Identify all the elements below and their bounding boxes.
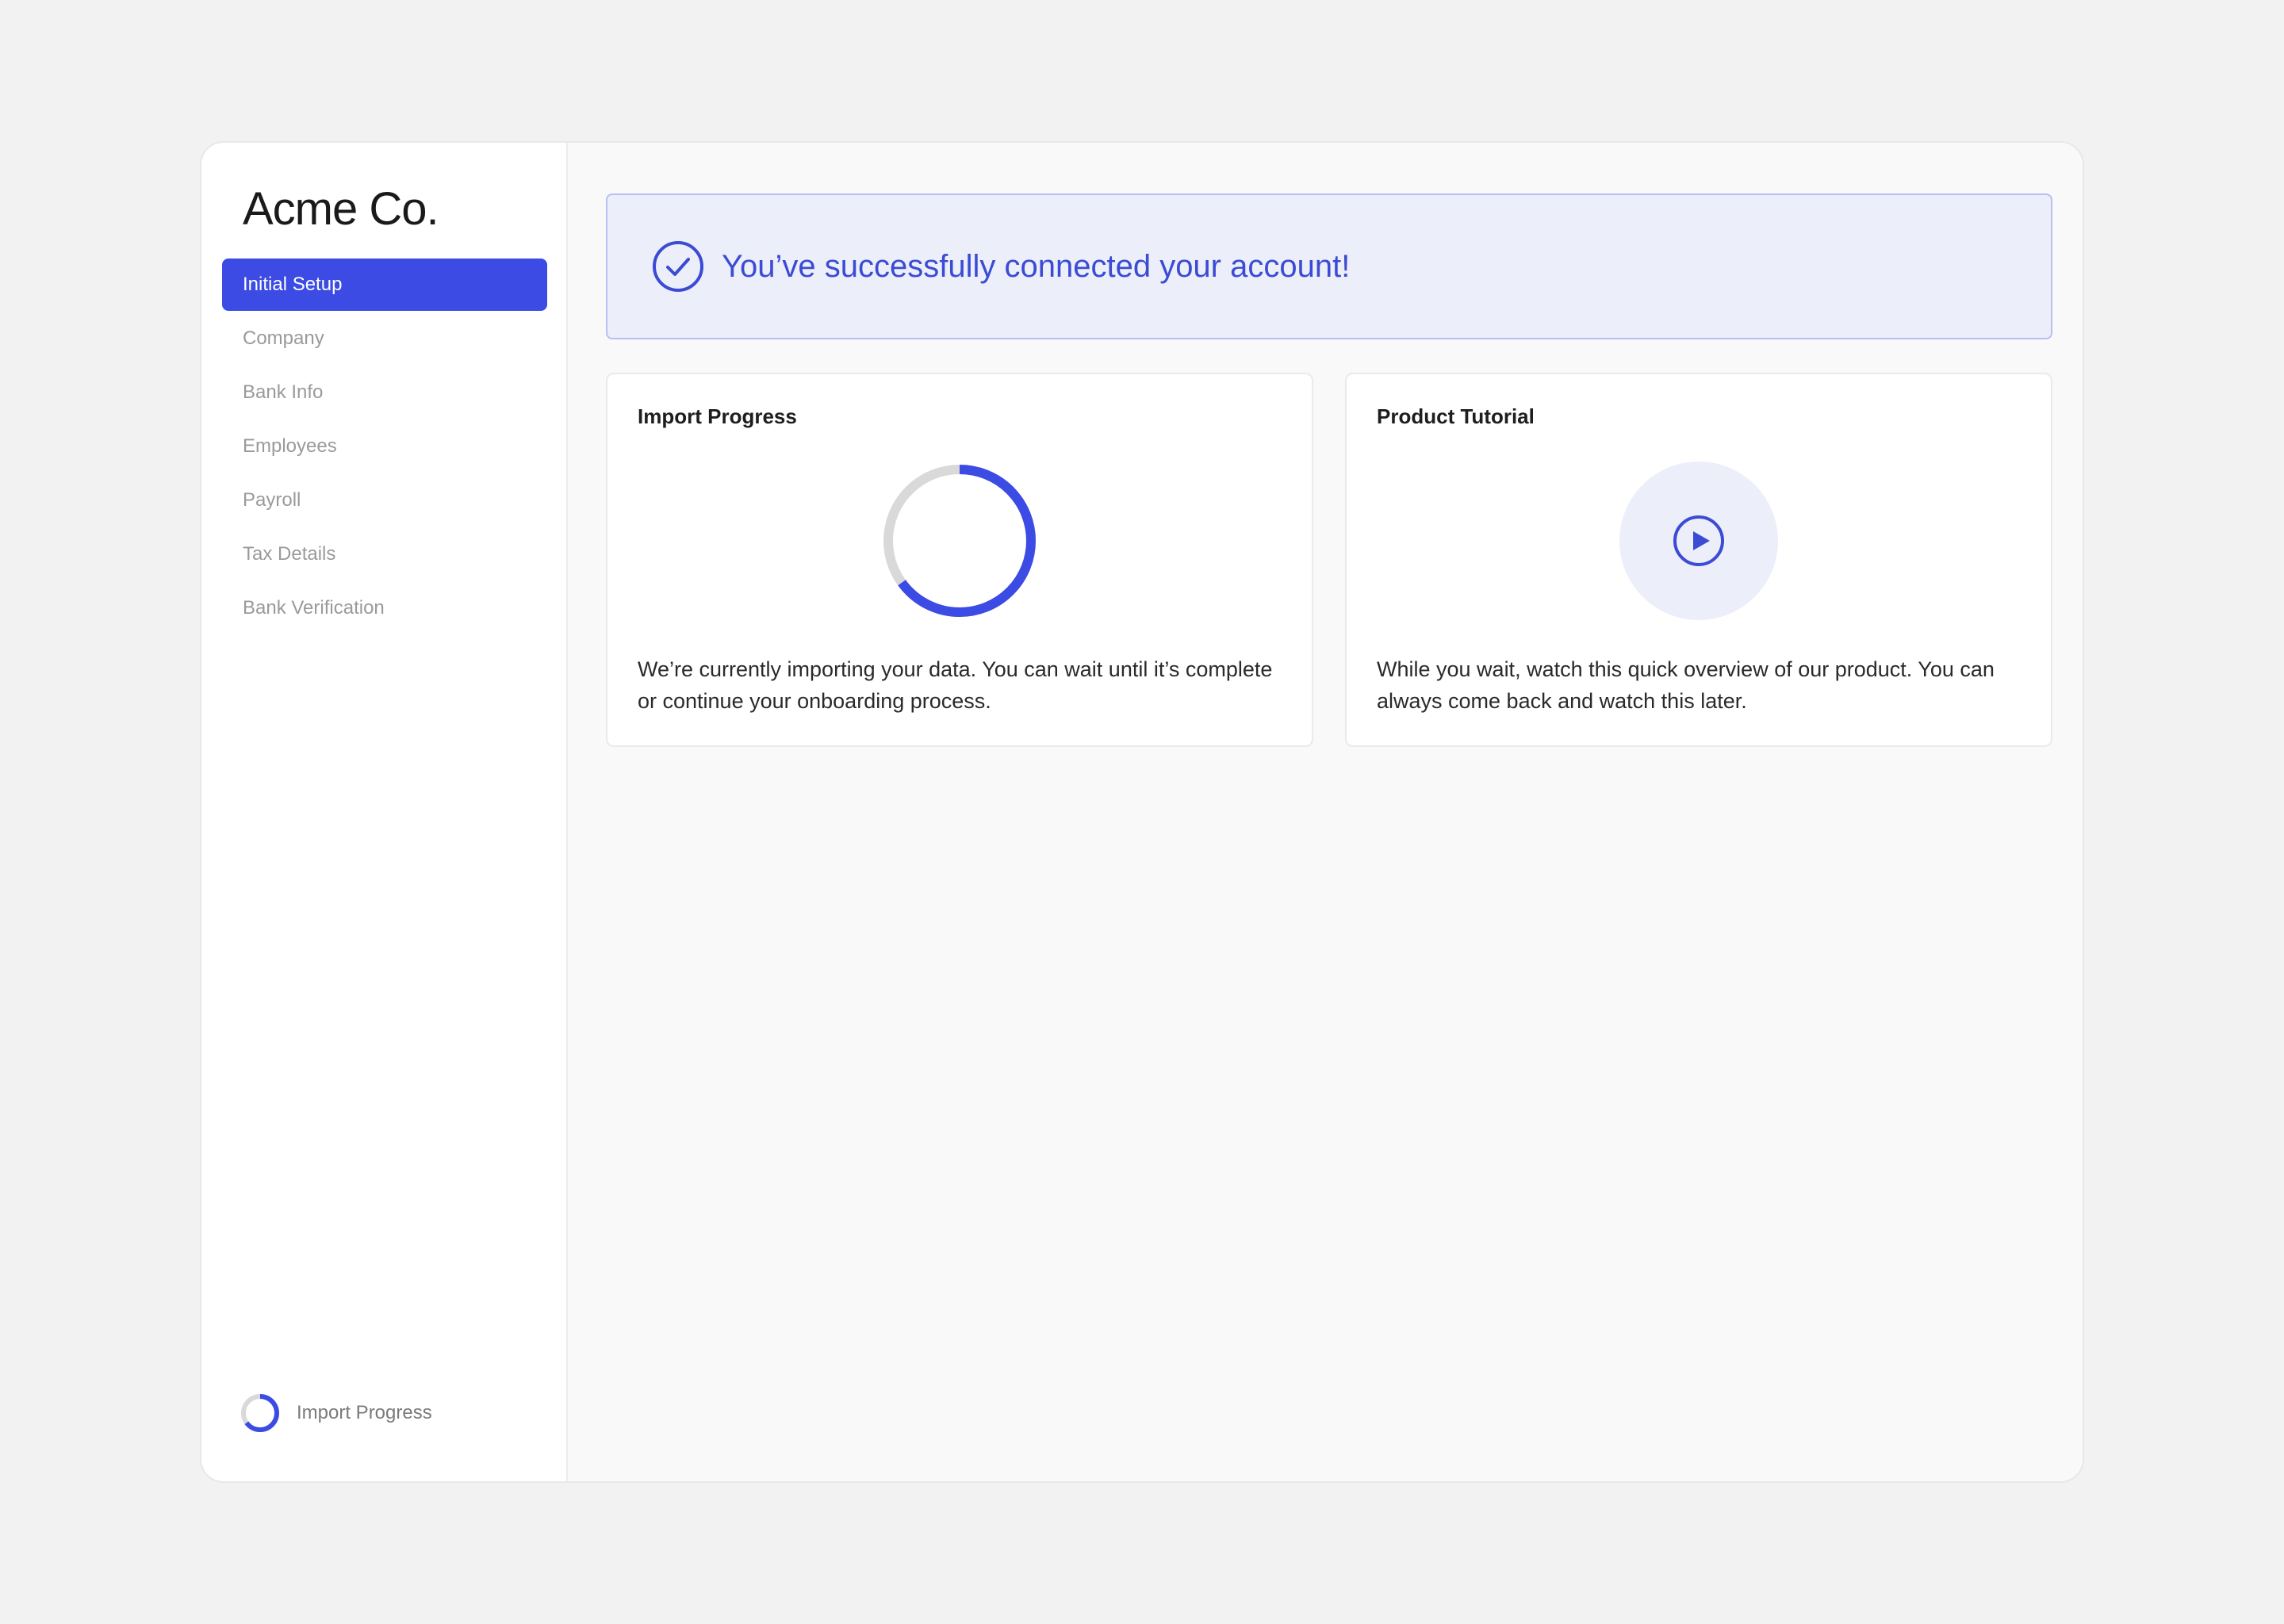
sidebar-item-initial-setup[interactable]: Initial Setup bbox=[222, 259, 547, 311]
tutorial-video bbox=[1619, 462, 1778, 620]
sidebar-nav: Initial Setup Company Bank Info Employee… bbox=[222, 259, 547, 636]
sidebar-import-progress[interactable]: Import Progress bbox=[240, 1392, 432, 1434]
card-description: We’re currently importing your data. You… bbox=[638, 657, 1273, 713]
sidebar-item-tax-details[interactable]: Tax Details bbox=[222, 528, 547, 580]
sidebar-item-bank-verification[interactable]: Bank Verification bbox=[222, 582, 547, 634]
sidebar-item-label: Initial Setup bbox=[243, 274, 343, 295]
sidebar-item-company[interactable]: Company bbox=[222, 312, 547, 365]
sidebar: Acme Co. Initial Setup Company Bank Info… bbox=[201, 143, 568, 1481]
sidebar-item-label: Tax Details bbox=[243, 543, 336, 565]
sidebar-item-label: Employees bbox=[243, 435, 337, 457]
card-title: Import Progress bbox=[638, 404, 797, 428]
import-progress-label: Import Progress bbox=[297, 1402, 432, 1423]
progress-ring-icon bbox=[241, 1394, 279, 1432]
sidebar-item-label: Bank Info bbox=[243, 381, 324, 403]
import-progress-card: Import Progress We’re currently importin… bbox=[606, 373, 1313, 747]
sidebar-item-bank-info[interactable]: Bank Info bbox=[222, 366, 547, 419]
check-circle-icon bbox=[653, 241, 703, 292]
import-progress-ring bbox=[880, 462, 1039, 624]
success-banner: You’ve successfully connected your accou… bbox=[606, 193, 2052, 339]
play-circle-icon bbox=[1673, 515, 1724, 566]
company-logo: Acme Co. bbox=[243, 183, 439, 235]
main-content: You’ve successfully connected your accou… bbox=[568, 143, 2083, 1481]
app-window: Acme Co. Initial Setup Company Bank Info… bbox=[200, 141, 2084, 1483]
sidebar-item-label: Payroll bbox=[243, 489, 301, 511]
sidebar-item-payroll[interactable]: Payroll bbox=[222, 474, 547, 527]
card-title: Product Tutorial bbox=[1377, 404, 1535, 428]
play-video-button[interactable] bbox=[1619, 462, 1778, 620]
sidebar-item-employees[interactable]: Employees bbox=[222, 420, 547, 473]
progress-ring-icon bbox=[883, 465, 1036, 617]
sidebar-item-label: Company bbox=[243, 327, 324, 349]
card-description: While you wait, watch this quick overvie… bbox=[1377, 657, 1995, 713]
sidebar-item-label: Bank Verification bbox=[243, 597, 385, 619]
product-tutorial-card: Product Tutorial While you wait, watch t… bbox=[1345, 373, 2052, 747]
success-message: You’ve successfully connected your accou… bbox=[722, 248, 1351, 284]
